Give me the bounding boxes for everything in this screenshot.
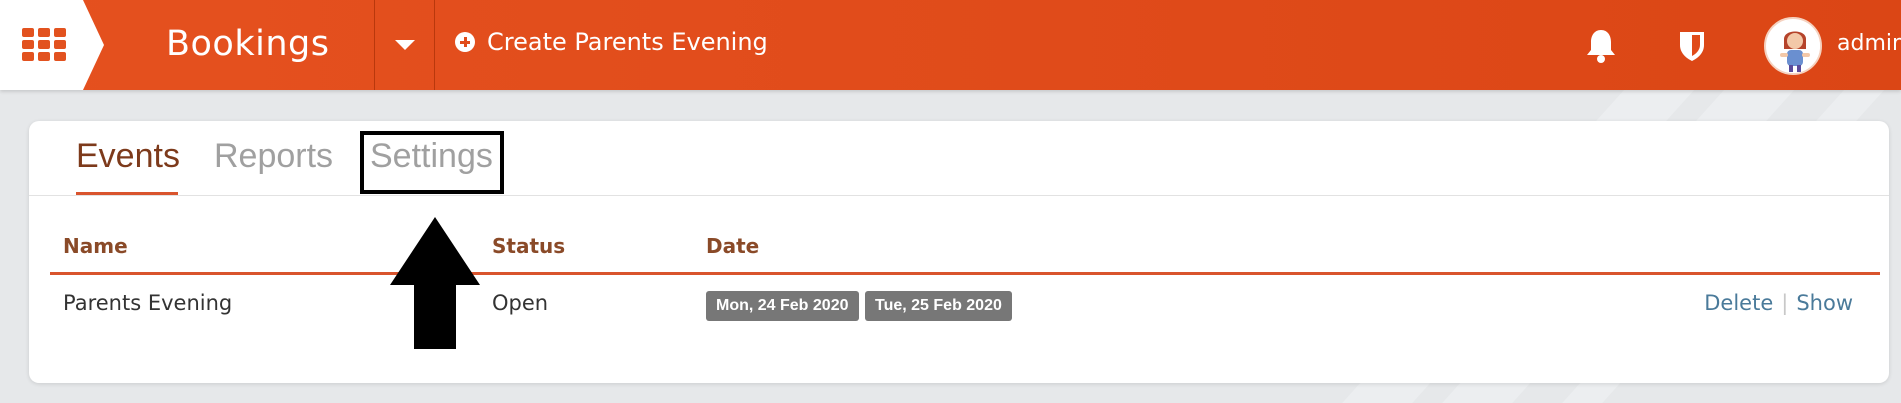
tab-reports[interactable]: Reports — [214, 137, 333, 176]
up-arrow-icon — [390, 217, 480, 349]
row-actions: Delete | Show — [1704, 291, 1853, 315]
chevron-down-icon — [394, 40, 415, 50]
tab-bar: Events Reports Settings — [29, 121, 1889, 196]
header-divider — [50, 272, 1880, 275]
events-card: Events Reports Settings Name Status Date… — [29, 121, 1889, 383]
security-button[interactable] — [1678, 29, 1706, 63]
column-header-status[interactable]: Status — [492, 234, 565, 258]
action-separator: | — [1781, 291, 1789, 315]
event-name-cell: Parents Evening — [63, 291, 233, 315]
delete-link[interactable]: Delete — [1704, 291, 1773, 315]
plus-circle-icon — [455, 32, 475, 52]
event-status-cell: Open — [492, 291, 549, 315]
menu-dropdown-button[interactable] — [374, 0, 435, 90]
column-header-name[interactable]: Name — [63, 234, 128, 258]
column-header-date[interactable]: Date — [706, 234, 759, 258]
apps-launcher-button[interactable] — [0, 0, 104, 90]
tab-events[interactable]: Events — [76, 137, 180, 176]
notifications-button[interactable] — [1585, 28, 1617, 64]
shield-icon — [1680, 32, 1704, 61]
show-link[interactable]: Show — [1796, 291, 1853, 315]
settings-highlight-box — [360, 131, 504, 194]
bell-icon — [1587, 30, 1615, 63]
create-parents-evening-label: Create Parents Evening — [487, 28, 768, 56]
user-avatar[interactable] — [1764, 17, 1822, 75]
avatar-illustration — [1767, 20, 1820, 73]
username-label[interactable]: admin — [1837, 31, 1901, 56]
top-navigation-bar: Bookings Create Parents Evening admin — [0, 0, 1901, 90]
date-badge: Mon, 24 Feb 2020 — [706, 291, 859, 321]
create-parents-evening-button[interactable]: Create Parents Evening — [455, 28, 768, 56]
active-tab-indicator — [76, 192, 178, 195]
date-badge: Tue, 25 Feb 2020 — [865, 291, 1012, 321]
apps-grid-icon — [22, 28, 66, 62]
app-title: Bookings — [166, 24, 330, 64]
